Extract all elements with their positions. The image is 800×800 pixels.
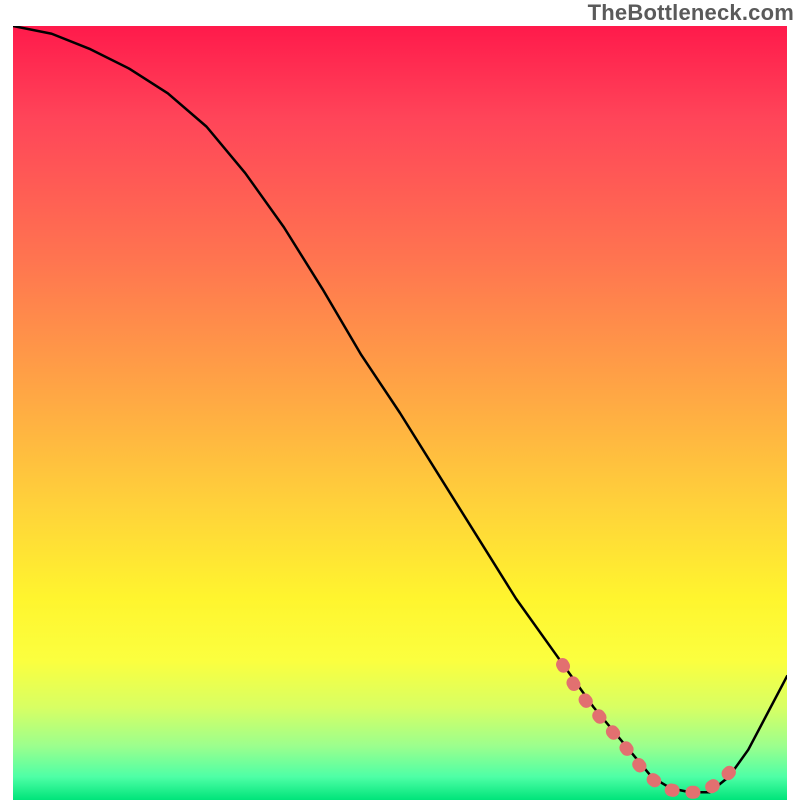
- watermark-text: TheBottleneck.com: [588, 0, 794, 26]
- curve-overlay: [13, 26, 787, 800]
- plot-area: [13, 26, 787, 800]
- chart-container: TheBottleneck.com: [0, 0, 800, 800]
- main-curve: [13, 26, 787, 792]
- highlight-curve: [563, 665, 741, 793]
